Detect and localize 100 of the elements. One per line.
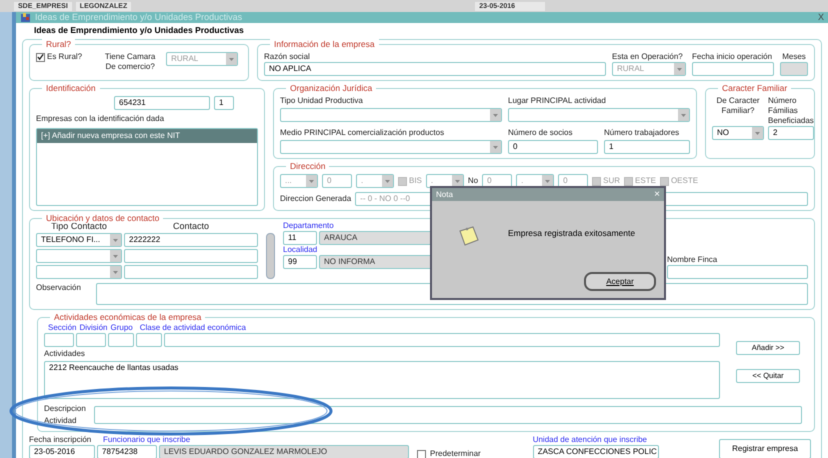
field-label: Esta en Operación? bbox=[612, 52, 684, 62]
form-title: Ideas de Emprendimiento y/o Unidades Productivas bbox=[34, 25, 245, 36]
input-field[interactable]: ZASCA CONFECCIONES POLIC bbox=[532, 445, 659, 458]
field-label: Tipo Unidad Productiva bbox=[280, 96, 364, 106]
register-button[interactable]: Registrar empresa bbox=[719, 439, 811, 458]
input-field[interactable] bbox=[108, 333, 134, 347]
field-label: Fecha inscripción bbox=[29, 435, 92, 445]
caret-icon bbox=[110, 266, 121, 278]
accept-button[interactable]: Aceptar bbox=[584, 272, 656, 291]
field-label: SUR bbox=[603, 176, 620, 186]
app-icon bbox=[20, 12, 31, 23]
dropdown[interactable]: TELEFONO FI... bbox=[36, 233, 122, 247]
dialog-title: Nota bbox=[436, 190, 454, 200]
dialog-message: Empresa registrada exitosamente bbox=[508, 228, 636, 239]
window-title: Ideas de Emprendimiento y/o Unidades Productivas bbox=[35, 12, 244, 23]
input-field[interactable] bbox=[692, 62, 774, 76]
input-field[interactable]: NO APLICA bbox=[264, 62, 606, 76]
field-label: ESTE bbox=[635, 176, 656, 186]
input-field[interactable] bbox=[164, 333, 720, 347]
field-label: Sección bbox=[48, 323, 76, 333]
field-label: Localidad bbox=[283, 245, 318, 255]
close-button[interactable]: X bbox=[818, 12, 824, 23]
field-label: Razón social bbox=[264, 52, 311, 62]
field-label: Observación bbox=[36, 283, 82, 294]
caret-icon bbox=[306, 175, 317, 187]
list-item[interactable]: [+] Añadir nueva empresa con este NIT bbox=[37, 129, 257, 143]
input-field[interactable] bbox=[76, 333, 106, 347]
field-label: Empresas con la identificación dada bbox=[36, 114, 166, 124]
dropdown[interactable] bbox=[36, 265, 122, 279]
field-label: Número Fámilias Beneficiadas bbox=[768, 96, 814, 126]
field-label: Tipo Contacto bbox=[51, 221, 107, 231]
field-label: BIS bbox=[409, 176, 422, 186]
input-field[interactable]: 23-05-2016 bbox=[29, 445, 95, 458]
input-field[interactable]: 11 bbox=[283, 231, 317, 245]
input-field[interactable]: 78754238 bbox=[97, 445, 157, 458]
checkbox[interactable] bbox=[36, 52, 45, 62]
field-label: Descripcion Actividad bbox=[44, 403, 87, 427]
input-field[interactable] bbox=[136, 333, 162, 347]
input-field[interactable]: 654231 bbox=[114, 96, 210, 110]
field-label: Fecha inicio operación bbox=[692, 52, 774, 62]
caret-icon bbox=[678, 109, 689, 121]
field-label: De Caracter Familiar? bbox=[715, 96, 761, 117]
scrollbar[interactable] bbox=[266, 233, 275, 279]
input-field[interactable] bbox=[44, 333, 74, 347]
note-icon bbox=[458, 225, 480, 247]
caret-icon bbox=[226, 53, 238, 65]
dropdown[interactable] bbox=[280, 108, 502, 122]
input-field[interactable]: 2222222 bbox=[124, 233, 258, 247]
group-legend: Dirección bbox=[286, 161, 330, 171]
group-legend: Caracter Familiar bbox=[718, 83, 792, 93]
caret-icon bbox=[110, 234, 121, 246]
list-item[interactable]: 2212 Reencauche de llantas usadas bbox=[49, 362, 715, 374]
caret-icon bbox=[490, 141, 501, 153]
input-field[interactable]: 1 bbox=[604, 140, 690, 154]
group-legend: Información de la empresa bbox=[270, 39, 379, 49]
group-legend: Actividades económicas de la empresa bbox=[50, 312, 206, 322]
checkbox[interactable] bbox=[417, 450, 426, 458]
dropdown[interactable] bbox=[36, 249, 122, 263]
caret-icon bbox=[382, 175, 393, 187]
caret-icon bbox=[490, 109, 501, 121]
field-label: Departamento bbox=[283, 221, 335, 231]
field-label: Unidad de atención que inscribe bbox=[532, 435, 648, 445]
field-label: Direccion Generada bbox=[280, 194, 352, 204]
field-label: Número trabajadores bbox=[604, 128, 680, 138]
field-label: Meses bbox=[781, 52, 807, 62]
field-label: Actividades bbox=[44, 349, 86, 359]
input-field[interactable] bbox=[780, 62, 808, 76]
input-field[interactable]: 0 bbox=[508, 140, 598, 154]
field-label: OESTE bbox=[670, 176, 698, 186]
field-label: Lugar PRINCIPAL actividad bbox=[508, 96, 607, 106]
group-legend: Ubicación y datos de contacto bbox=[42, 213, 164, 223]
caret-icon bbox=[674, 63, 685, 75]
input-field[interactable] bbox=[124, 265, 258, 279]
input-field[interactable]: 1 bbox=[214, 96, 234, 110]
caret-icon bbox=[110, 250, 121, 262]
field-label: Grupo bbox=[110, 323, 133, 333]
caret-icon bbox=[752, 127, 763, 139]
field-label: No bbox=[468, 176, 478, 186]
field-label: Funcionario que inscribe bbox=[103, 435, 190, 445]
input-field[interactable] bbox=[667, 265, 808, 279]
field-label: Nombre Finca bbox=[667, 255, 718, 265]
dropdown[interactable] bbox=[280, 140, 502, 154]
field-label: Medio PRINCIPAL comercialización productos bbox=[280, 128, 446, 138]
field-label: Contacto bbox=[172, 221, 210, 231]
group-legend: Organización Jurídica bbox=[286, 83, 376, 93]
input-field[interactable] bbox=[124, 249, 258, 263]
input-field[interactable]: LEVIS EDUARDO GONZALEZ MARMOLEJO bbox=[159, 445, 409, 458]
group-legend: Rural? bbox=[42, 39, 76, 49]
field-label: Clase de actividad económica bbox=[140, 323, 246, 333]
input-field[interactable]: 2 bbox=[768, 126, 814, 140]
group-legend: Identificación bbox=[42, 83, 100, 93]
dropdown[interactable]: NO bbox=[712, 126, 764, 140]
input-field[interactable]: 99 bbox=[283, 255, 317, 269]
dropdown[interactable] bbox=[508, 108, 690, 122]
input-field[interactable] bbox=[94, 406, 802, 424]
field-label: Tiene Camara De comercio? bbox=[104, 52, 156, 72]
field-label: Número de socios bbox=[508, 128, 574, 138]
field-label: Predeterminar bbox=[430, 449, 481, 458]
field-label: División bbox=[79, 323, 108, 333]
field-label: Es Rural? bbox=[47, 52, 82, 62]
